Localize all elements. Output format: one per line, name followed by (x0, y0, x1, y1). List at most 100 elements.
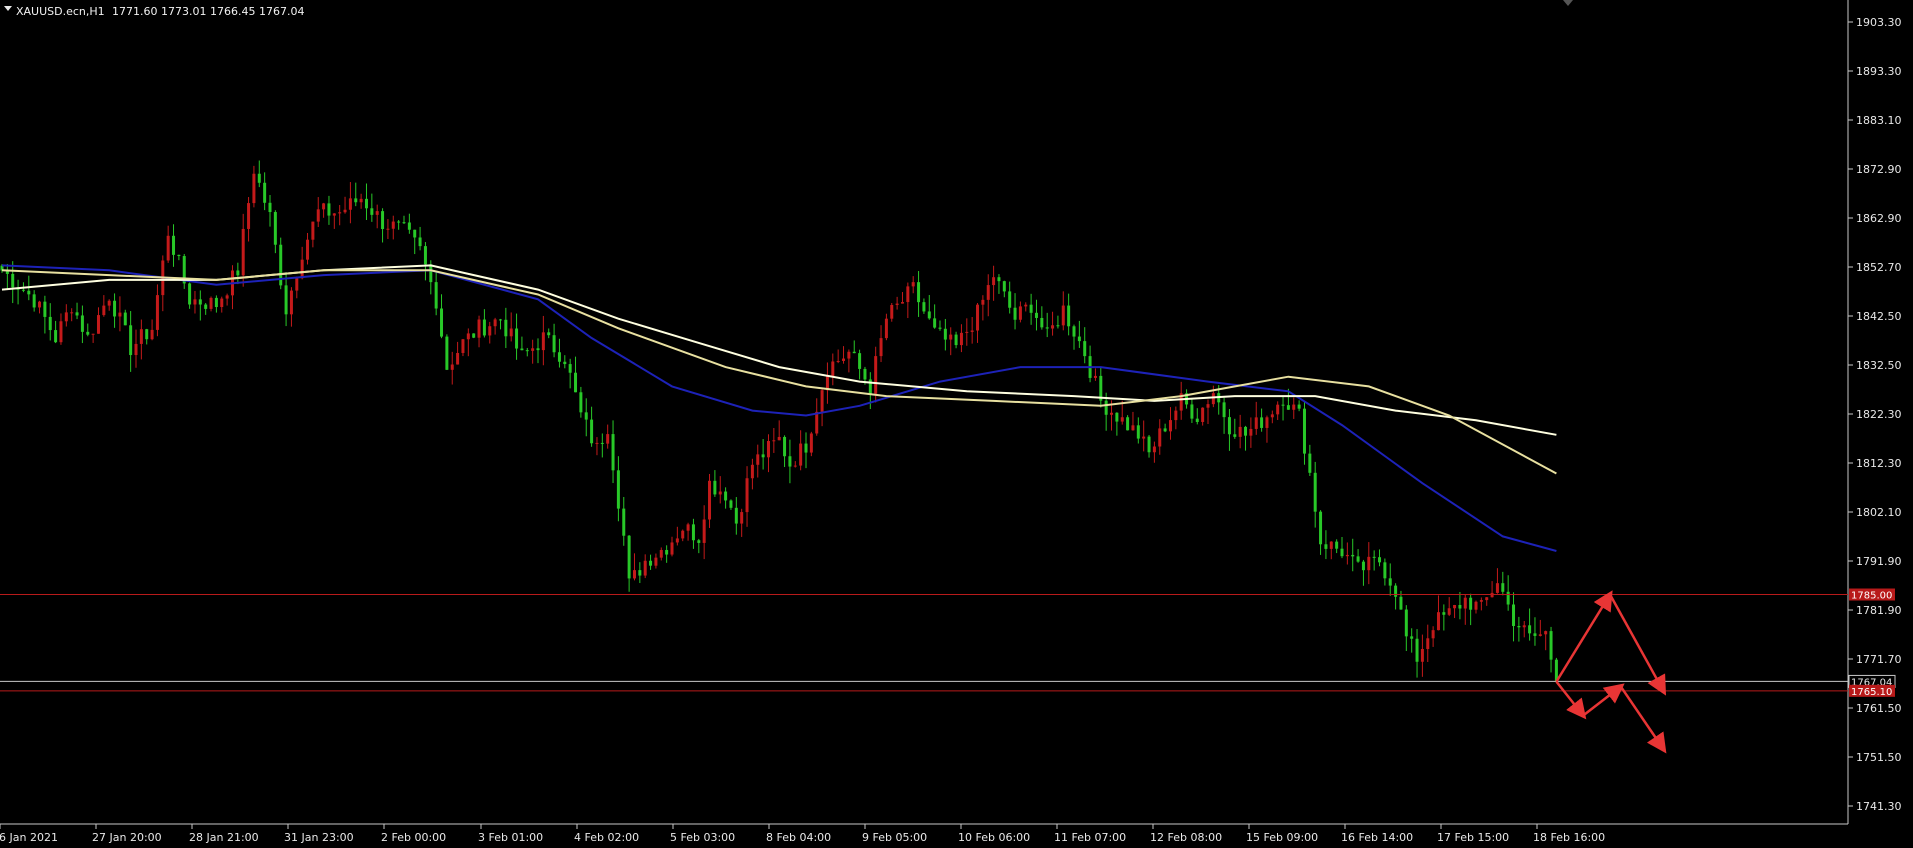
candle-body (311, 221, 315, 240)
candle-body (1158, 428, 1162, 447)
candle-body (1233, 434, 1237, 437)
candle-body (1029, 304, 1033, 313)
candle-body (1238, 426, 1242, 437)
candle-body (241, 228, 245, 276)
candle-body (1265, 417, 1269, 428)
candle-body (515, 328, 519, 349)
date-label: 31 Jan 23:00 (284, 831, 354, 844)
candle-body (1061, 305, 1065, 326)
candle-body (1211, 393, 1215, 405)
date-label: 9 Feb 05:00 (862, 831, 927, 844)
candle-body (204, 304, 208, 309)
candle-body (386, 228, 390, 230)
date-label: 4 Feb 02:00 (574, 831, 639, 844)
candle-body (348, 198, 352, 210)
candle-body (943, 328, 947, 340)
candle-body (1372, 556, 1376, 558)
candle-body (1174, 410, 1178, 421)
date-label: 11 Feb 07:00 (1054, 831, 1126, 844)
candle-body (681, 530, 685, 539)
candle-body (472, 333, 476, 338)
candle-body (155, 295, 159, 330)
candle (279, 237, 283, 290)
date-label: 28 Jan 21:00 (189, 831, 259, 844)
candle-body (777, 436, 781, 441)
candle-body (123, 312, 127, 326)
candle-body (520, 348, 524, 351)
candle-body (1399, 596, 1403, 610)
candle-body (1485, 597, 1489, 601)
candle-body (1426, 638, 1430, 649)
candle-body (879, 338, 883, 357)
candle-body (166, 235, 170, 261)
candle-body (933, 318, 937, 328)
candle-body (466, 333, 470, 340)
candle-body (702, 519, 706, 543)
candle-body (1126, 417, 1130, 431)
candle-body (783, 436, 787, 457)
candle-body (745, 478, 749, 513)
candle-body (1120, 417, 1124, 422)
candle-body (1056, 325, 1060, 327)
candle-body (1522, 625, 1526, 628)
candle-body (766, 440, 770, 458)
candle-body (632, 570, 636, 579)
candle-body (750, 464, 754, 479)
date-label: 12 Feb 08:00 (1150, 831, 1222, 844)
candle-body (1067, 305, 1071, 327)
chart-background (0, 0, 1913, 848)
candle-body (407, 222, 411, 230)
candle-body (1292, 404, 1296, 410)
candle-body (429, 264, 433, 283)
candle-body (134, 343, 138, 356)
candle-body (643, 560, 647, 576)
candle (1126, 415, 1130, 431)
candle-body (289, 290, 293, 315)
candle-body (1286, 405, 1290, 410)
candle-body (729, 500, 733, 508)
candle-body (364, 198, 368, 209)
candle-body (1302, 408, 1306, 454)
candle-body (354, 198, 358, 203)
candle-body (799, 443, 803, 466)
price-label: 1771.70 (1856, 653, 1902, 666)
candle-body (809, 433, 813, 453)
candle-body (488, 326, 492, 336)
candle-body (557, 352, 561, 362)
candle-body (1463, 597, 1467, 609)
candle-body (1544, 631, 1548, 635)
candle-body (220, 298, 224, 308)
candle-body (1549, 631, 1553, 660)
candle-body (64, 312, 68, 322)
candle-body (1495, 583, 1499, 593)
candle-body (1244, 426, 1248, 436)
candle-body (423, 246, 427, 265)
candle-body (884, 318, 888, 339)
date-label: 17 Feb 15:00 (1437, 831, 1509, 844)
candle-body (992, 277, 996, 286)
candle-body (1115, 412, 1119, 422)
candle-body (91, 333, 95, 335)
candle-body (1469, 597, 1473, 610)
candle-body (793, 465, 797, 467)
candle-body (708, 480, 712, 520)
candle-body (1383, 562, 1387, 579)
candle-body (627, 535, 631, 579)
candle-body (713, 480, 717, 495)
candle-body (890, 304, 894, 319)
candle-body (895, 303, 899, 305)
candle-body (1227, 417, 1231, 435)
candle-body (75, 312, 79, 316)
date-label: 16 Feb 14:00 (1341, 831, 1413, 844)
candle-body (917, 282, 921, 303)
candle-body (172, 235, 176, 255)
candle-body (622, 508, 626, 536)
candle-body (193, 299, 197, 305)
candle-body (1388, 578, 1392, 586)
candle-body (831, 361, 835, 377)
candle-body (1281, 404, 1285, 406)
candle-body (397, 221, 401, 223)
candle-body (295, 278, 299, 291)
price-chart[interactable]: XAUUSD.ecn,H1 1771.60 1773.01 1766.45 17… (0, 0, 1913, 848)
candle-body (600, 442, 604, 444)
